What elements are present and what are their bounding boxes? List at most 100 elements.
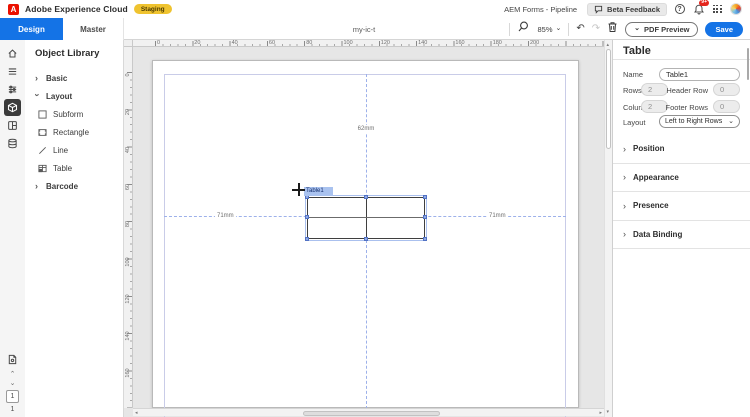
library-item-subform[interactable]: Subform	[25, 105, 123, 123]
rows-input: 2	[641, 83, 668, 96]
chevron-down-icon: ⌄	[9, 380, 16, 387]
ruler-tick-label: 60	[268, 40, 276, 46]
section-data-binding[interactable]: › Data Binding	[613, 221, 750, 249]
delete-button[interactable]	[607, 20, 618, 38]
layout-select-value: Left to Right Rows	[665, 118, 723, 125]
chevron-right-icon: ›	[623, 172, 626, 183]
vertical-scroll-thumb[interactable]	[606, 49, 611, 149]
scroll-down-arrow[interactable]: ▾	[607, 408, 610, 416]
chevron-down-icon: ›	[32, 93, 43, 97]
form-settings-button[interactable]	[4, 81, 21, 98]
ruler-tick-label: 160	[455, 40, 465, 46]
selection-handle-top-center[interactable]	[364, 195, 368, 199]
ruler-tick-label: 40	[231, 40, 238, 46]
help-icon: ?	[674, 4, 685, 14]
library-item-line[interactable]: Line	[25, 141, 123, 159]
section-presence[interactable]: › Presence	[613, 192, 750, 221]
undo-icon: ↶	[576, 23, 585, 34]
zoom-tool-button[interactable]	[517, 20, 530, 38]
selection-handle-bottom-center[interactable]	[364, 237, 368, 241]
selection-handle-top-right[interactable]	[423, 195, 427, 199]
apps-grid-icon	[713, 4, 722, 14]
zoom-level-value: 85%	[537, 24, 553, 34]
library-group-barcode[interactable]: › Barcode	[25, 177, 123, 195]
environment-badge: Staging	[133, 4, 172, 14]
help-button[interactable]: ?	[673, 3, 686, 16]
zoom-level-dropdown[interactable]: 85% ⌄	[537, 25, 561, 34]
header-row-label: Header Row	[666, 86, 708, 95]
scroll-right-arrow[interactable]: ▸	[599, 409, 602, 417]
current-page-box[interactable]: 1	[6, 390, 19, 403]
notification-badge: 9+	[699, 0, 709, 6]
toolbar-actions: 85% ⌄ ↶ ↷ ⌄ PDF Preview Save	[509, 18, 743, 40]
redo-button[interactable]: ↷	[592, 24, 600, 34]
section-appearance-label: Appearance	[633, 172, 679, 182]
ruler-tick-label: 40	[125, 146, 131, 153]
design-canvas[interactable]: 0 20 40 60 80 100 120 140 160 180 200 0 …	[124, 40, 604, 417]
rows-label: Rows	[623, 86, 642, 95]
crosshair-cursor	[292, 183, 305, 196]
library-group-basic[interactable]: › Basic	[25, 69, 123, 87]
ruler-tick-label: 0	[125, 73, 131, 77]
selection-handle-middle-left[interactable]	[305, 215, 309, 219]
ruler-tick-label: 120	[380, 40, 390, 46]
next-page-button[interactable]: ⌄	[9, 380, 16, 387]
selection-handle-bottom-left[interactable]	[305, 237, 309, 241]
scroll-up-arrow[interactable]: ▴	[607, 41, 610, 49]
ruler-tick-label: 0	[157, 40, 161, 46]
home-button[interactable]	[4, 45, 21, 62]
undo-button[interactable]: ↶	[576, 24, 584, 34]
section-appearance[interactable]: › Appearance	[613, 164, 750, 192]
form-page[interactable]: 62mm 71mm 71mm Table1	[152, 60, 579, 417]
library-group-barcode-label: Barcode	[46, 181, 79, 191]
table-column-divider	[366, 198, 367, 238]
layout-select[interactable]: Left to Right Rows ⌄	[659, 115, 740, 128]
pdf-preview-button[interactable]: ⌄ PDF Preview	[625, 21, 699, 37]
ruler-tick-label: 100	[125, 256, 131, 267]
library-group-layout[interactable]: › Layout	[25, 87, 123, 105]
rail-bottom-group: ⌃ ⌄ 1 1	[0, 351, 25, 413]
layout-icon	[8, 121, 17, 130]
table-name-tag: Table1	[304, 187, 333, 196]
chevron-down-icon: ⌄	[634, 25, 641, 32]
app-switcher-button[interactable]	[711, 3, 724, 16]
save-button[interactable]: Save	[705, 21, 743, 37]
chevron-right-icon: ›	[623, 200, 626, 211]
vertical-ruler: 0 20 40 60 80 100 120 140 160	[124, 47, 133, 408]
horizontal-scroll-thumb[interactable]	[303, 410, 440, 416]
data-panel-button[interactable]	[4, 135, 21, 152]
selection-handle-middle-right[interactable]	[423, 215, 427, 219]
ruler-tick-label: 80	[125, 221, 131, 228]
layout-panel-button[interactable]	[4, 117, 21, 134]
subform-icon	[37, 109, 47, 119]
library-item-rectangle[interactable]: Rectangle	[25, 123, 123, 141]
ruler-tick-label: 140	[418, 40, 428, 46]
toolbar-divider	[509, 22, 511, 36]
feedback-bubble-icon	[594, 5, 603, 14]
fields-button[interactable]	[4, 63, 21, 80]
library-item-table[interactable]: Table	[25, 159, 123, 177]
horizontal-scrollbar[interactable]: ◂ ▸	[133, 408, 604, 416]
user-avatar[interactable]	[730, 3, 742, 15]
previous-page-button[interactable]: ⌃	[10, 371, 16, 378]
object-library-button[interactable]	[4, 99, 21, 116]
database-icon	[8, 138, 17, 149]
ruler-tick-label: 20	[194, 40, 201, 46]
library-group-basic-label: Basic	[46, 73, 68, 83]
table-object[interactable]	[305, 195, 427, 241]
notifications-button[interactable]: 9+	[692, 0, 709, 16]
vertical-scrollbar[interactable]: ▴ ▾	[604, 40, 612, 417]
scroll-left-arrow[interactable]: ◂	[135, 409, 138, 417]
horizontal-guide-label-left: 71mm	[215, 212, 236, 220]
section-position[interactable]: › Position	[613, 135, 750, 164]
tab-design[interactable]: Design	[0, 18, 63, 40]
object-library-title: Object Library	[35, 48, 100, 59]
form-properties-button[interactable]	[4, 351, 21, 368]
toolbar: Design Master my-ic-t 85% ⌄ ↶ ↷ ⌄ PDF Pr…	[0, 18, 750, 40]
tab-master[interactable]: Master	[63, 18, 124, 40]
beta-feedback-button[interactable]: Beta Feedback	[587, 2, 667, 16]
brand-title: Adobe Experience Cloud	[25, 4, 128, 14]
panel-scroll-thumb[interactable]	[746, 48, 749, 80]
selection-handle-bottom-right[interactable]	[423, 237, 427, 241]
name-input[interactable]	[659, 67, 740, 81]
